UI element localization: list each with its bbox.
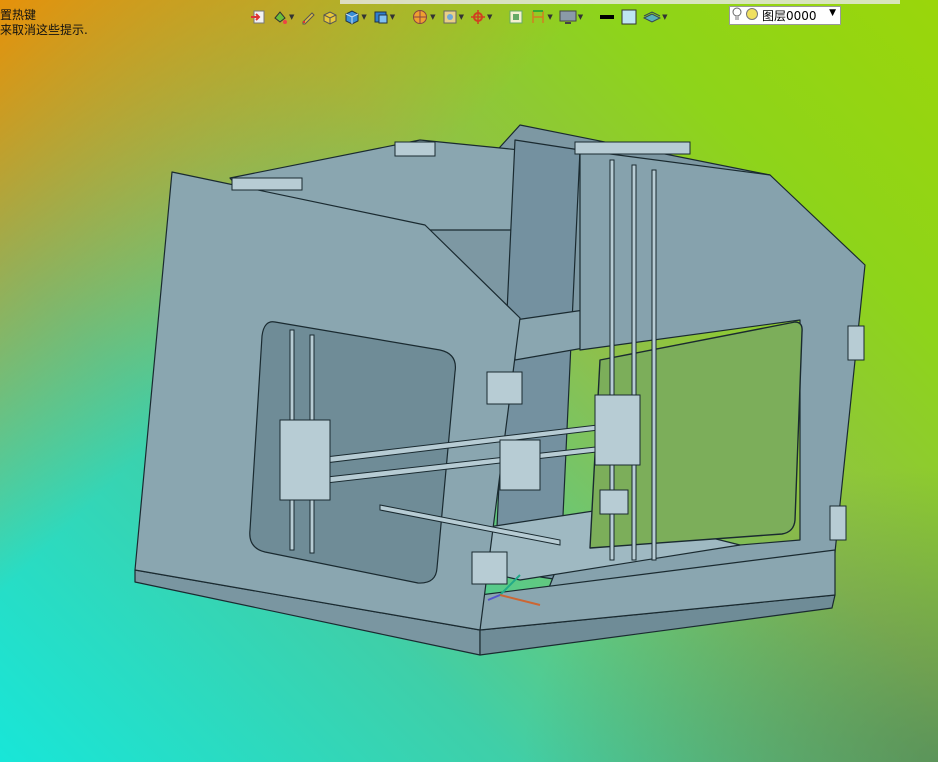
z-rod-right-2	[631, 164, 637, 561]
z-rod-right-3	[651, 169, 657, 561]
bracket-top-left-2	[231, 177, 303, 191]
bracket-top-left	[394, 141, 436, 157]
motor-block	[599, 489, 629, 515]
hinge-4	[829, 505, 847, 541]
hinge-2	[471, 551, 508, 585]
top-gantry	[574, 141, 691, 155]
right-bracket	[594, 394, 641, 466]
hinge-3	[847, 325, 865, 361]
hinge-1	[486, 371, 523, 405]
left-bracket	[279, 419, 331, 501]
3d-printer-enclosure-model[interactable]	[0, 0, 938, 762]
x-carriage	[499, 439, 541, 491]
